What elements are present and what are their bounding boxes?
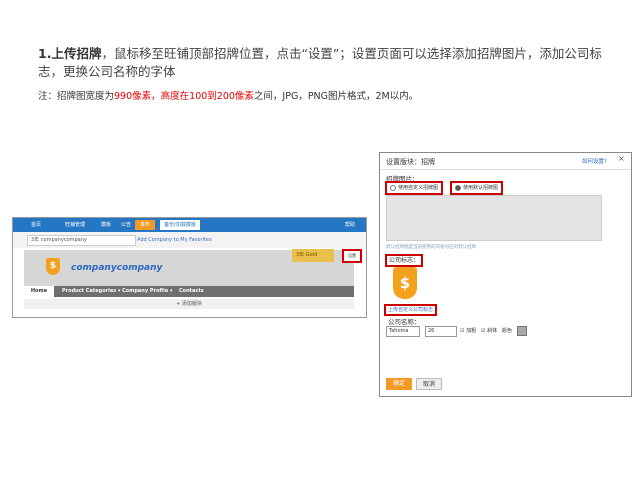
company-logo-label: 公司标志： [385, 254, 424, 267]
publish-button[interactable]: 发布 [135, 220, 155, 230]
default-banner-radio[interactable]: 使用默认招牌图 [450, 181, 504, 195]
backup-template-button[interactable]: 备份/加载模板 [160, 220, 200, 230]
add-section-button[interactable]: + 添加版块 [24, 299, 354, 309]
color-picker[interactable] [517, 326, 527, 336]
note-highlight: 990像素，高度在100到200像素 [114, 91, 254, 102]
banner-hint: 默认招牌图是当前使用的风格对应的默认招牌 [386, 245, 476, 250]
instruction-heading: 1.上传招牌 [38, 46, 102, 61]
radio-label: 使用默认招牌图 [463, 185, 499, 191]
company-logo-preview-icon: $ [393, 267, 417, 299]
font-select[interactable]: Tahoma [386, 326, 420, 337]
radio-icon [390, 184, 396, 191]
upload-logo-link[interactable]: 上传自定义公司标志 [384, 304, 438, 316]
dialog-divider [380, 169, 631, 170]
storefront-screenshot: 首页 旺铺管理 模板 公告 帮助 发布 备份/加载模板 3年 companyco… [12, 217, 367, 318]
company-name: companycompany [71, 263, 163, 273]
instruction-text: 1.上传招牌，鼠标移至旺铺顶部招牌位置，点击“设置”；设置页面可以选择添加招牌图… [38, 45, 618, 81]
nav-item[interactable]: Company Profile ▾ [122, 288, 172, 294]
nav-item[interactable]: Product Categories ▾ [62, 288, 120, 294]
dialog-title: 设置版块：招牌 [386, 158, 435, 166]
instruction-body: ，鼠标移至旺铺顶部招牌位置，点击“设置”；设置页面可以选择添加招牌图片，添加公司… [38, 46, 602, 79]
note-prefix: 注：招牌图宽度为 [38, 91, 115, 102]
radio-icon [455, 184, 461, 191]
italic-label: 斜体 [487, 328, 498, 334]
topbar-item[interactable]: 公告 [121, 221, 131, 228]
gold-badge: 3年 Gold [292, 249, 334, 262]
size-select[interactable]: 26 [425, 326, 457, 337]
add-favorites-link[interactable]: Add Company to My Favorites [137, 237, 212, 243]
storefront-nav: Product Categories ▾ Company Profile ▾ C… [24, 286, 354, 297]
color-label: 颜色 [502, 328, 513, 334]
banner-preview [386, 195, 602, 241]
nav-item[interactable]: Contacts [179, 288, 204, 294]
topbar-help[interactable]: 帮助 [345, 221, 355, 228]
close-icon[interactable]: × [618, 154, 625, 163]
radio-label: 使用自定义招牌图 [398, 185, 439, 191]
banner-settings-button[interactable]: 设置 [342, 249, 362, 263]
topbar-item[interactable]: 首页 [31, 221, 41, 228]
banner-settings-dialog: 设置版块：招牌 如何设置? × 招牌图片： 使用自定义招牌图 使用默认招牌图 默… [379, 152, 632, 397]
company-name-label: 公司名称： [388, 318, 421, 326]
italic-checkbox[interactable]: ☑ 斜体 [481, 327, 497, 334]
bold-label: 加粗 [466, 328, 477, 334]
company-logo-icon: $ [46, 258, 60, 275]
cancel-button[interactable]: 取消 [416, 378, 442, 390]
custom-banner-radio[interactable]: 使用自定义招牌图 [385, 181, 444, 195]
bold-checkbox[interactable]: ☑ 加粗 [460, 327, 476, 334]
confirm-button[interactable]: 确定 [386, 378, 412, 390]
instruction-note: 注：招牌图宽度为990像素，高度在100到200像素之间，JPG，PNG图片格式… [38, 88, 418, 102]
help-link[interactable]: 如何设置? [582, 157, 607, 165]
note-suffix: 之间，JPG，PNG图片格式，2M以内。 [253, 91, 419, 102]
company-select[interactable]: 3年 companycompany [27, 235, 136, 246]
nav-home-tab[interactable]: Home [24, 286, 54, 297]
topbar-item[interactable]: 旺铺管理 [65, 221, 85, 228]
topbar-item[interactable]: 模板 [101, 221, 111, 228]
